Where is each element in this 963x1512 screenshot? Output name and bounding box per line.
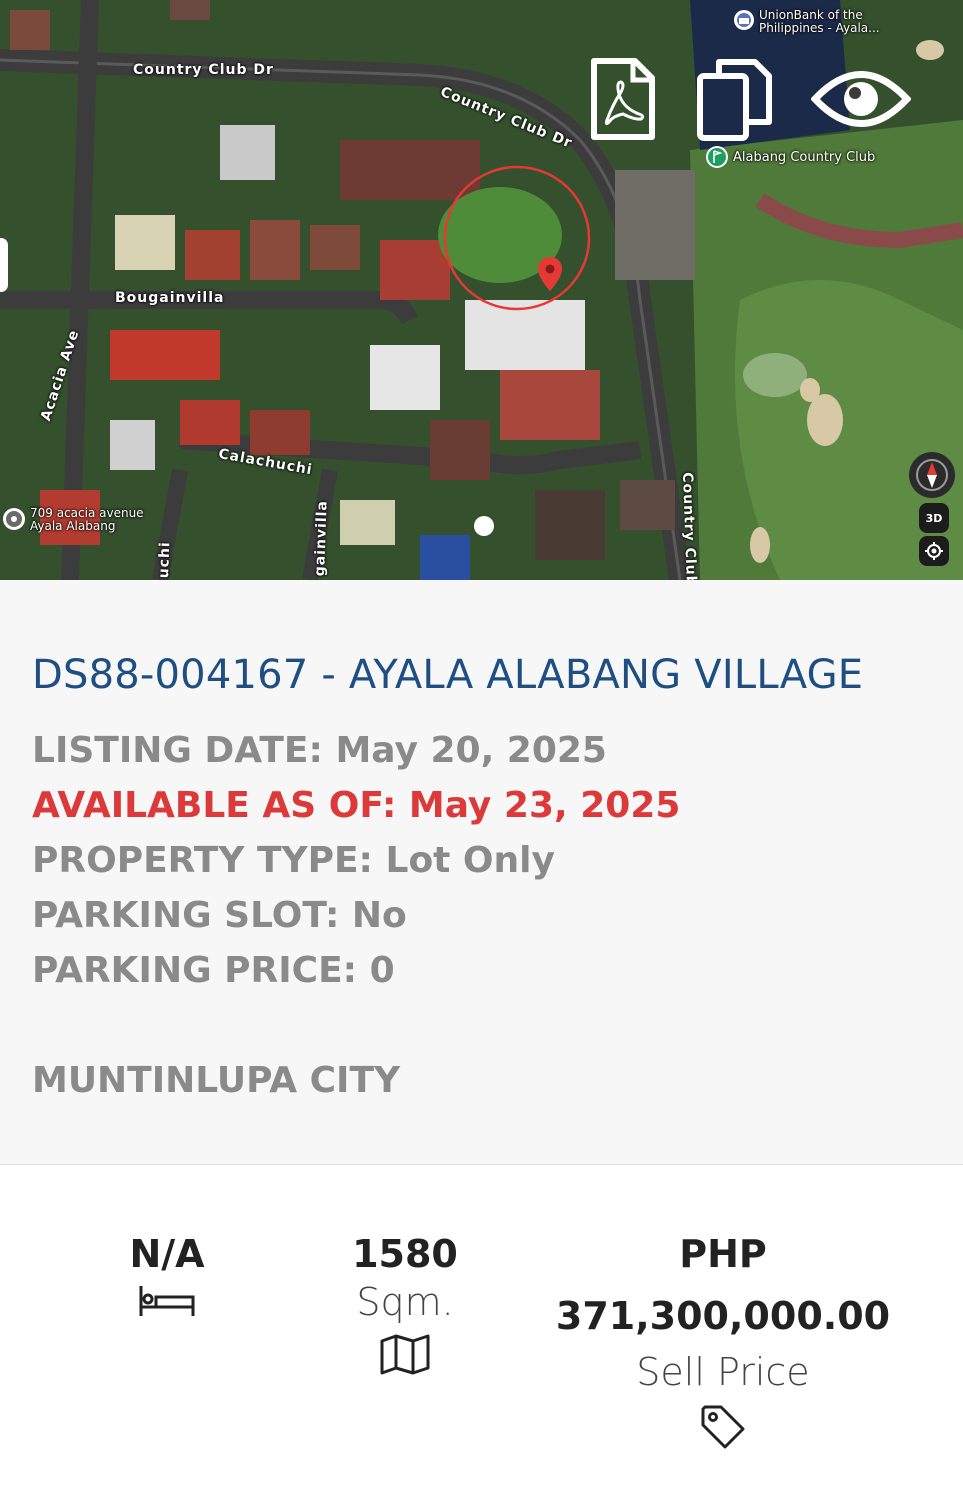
- locate-button[interactable]: [919, 536, 949, 566]
- pdf-button[interactable]: [589, 56, 657, 142]
- listing-stats: N/A 1580 Sqm. PHP 371,300,000.00 Sell Pr…: [0, 1165, 963, 1512]
- eye-icon: [811, 71, 911, 127]
- view-button[interactable]: [811, 68, 911, 130]
- bedrooms-value: N/A: [129, 1232, 205, 1276]
- golf-icon: [706, 146, 728, 168]
- listing-date-row: LISTING DATE: May 20, 2025: [32, 730, 607, 771]
- parking-price-label: PARKING PRICE:: [32, 950, 358, 991]
- copy-button[interactable]: [695, 56, 773, 142]
- bank-icon: [734, 10, 754, 30]
- compass-button[interactable]: [909, 452, 955, 498]
- bed-icon: [139, 1286, 195, 1316]
- property-type-row: PROPERTY TYPE: Lot Only: [32, 840, 555, 881]
- bedrooms-stat: N/A: [97, 1231, 237, 1319]
- area-unit: Sqm.: [356, 1280, 454, 1324]
- price-value: 371,300,000.00: [555, 1294, 891, 1338]
- area-stat: 1580 Sqm.: [325, 1231, 485, 1375]
- satellite-map[interactable]: Country Club Dr Country Club Dr Bougainv…: [0, 0, 963, 580]
- map-icon: [380, 1334, 430, 1375]
- locate-icon: [925, 542, 943, 560]
- copy-icon: [697, 59, 772, 141]
- parking-price-value: 0: [369, 950, 395, 991]
- area-value: 1580: [352, 1232, 458, 1276]
- listing-title[interactable]: DS88-004167 - AYALA ALABANG VILLAGE: [32, 652, 863, 698]
- side-drawer-handle[interactable]: [0, 238, 8, 292]
- price-currency: PHP: [679, 1232, 767, 1276]
- listing-details: DS88-004167 - AYALA ALABANG VILLAGE LIST…: [0, 580, 963, 1165]
- parking-price-row: PARKING PRICE: 0: [32, 950, 395, 991]
- poi-club[interactable]: Alabang Country Club: [705, 145, 875, 169]
- street-label: uchi: [156, 540, 174, 579]
- price-label: Sell Price: [636, 1350, 810, 1394]
- available-value: May 23, 2025: [408, 785, 681, 826]
- available-row: AVAILABLE AS OF: May 23, 2025: [32, 785, 680, 826]
- street-label: Bougainvilla: [115, 290, 225, 306]
- listing-date-value: May 20, 2025: [335, 730, 607, 771]
- available-label: AVAILABLE AS OF:: [32, 785, 397, 826]
- tag-icon: [701, 1405, 745, 1449]
- compass-icon: [916, 459, 948, 491]
- pdf-icon: [591, 58, 655, 140]
- poi-bank[interactable]: UnionBank of the Philippines - Ayala...: [733, 9, 889, 35]
- parking-slot-row: PARKING SLOT: No: [32, 895, 407, 936]
- map-actions: [589, 56, 911, 142]
- property-type-label: PROPERTY TYPE:: [32, 840, 373, 881]
- map-pin-icon[interactable]: [537, 256, 563, 292]
- poi-location-label: 709 acacia avenue Ayala Alabang: [30, 506, 144, 533]
- view-3d-button[interactable]: 3D: [919, 503, 949, 533]
- redacted-area: [32, 1128, 592, 1165]
- poi-club-label: Alabang Country Club: [733, 149, 876, 165]
- poi-bank-label: UnionBank of the Philippines - Ayala...: [759, 8, 880, 35]
- listing-date-label: LISTING DATE:: [32, 730, 323, 771]
- property-type-value: Lot Only: [385, 840, 555, 881]
- city-label: MUNTINLUPA CITY: [32, 1060, 401, 1101]
- parking-slot-value: No: [351, 895, 407, 936]
- street-label: Country Club Dr: [133, 62, 274, 78]
- street-label: gainvilla: [312, 499, 331, 577]
- location-marker-icon: [3, 508, 25, 530]
- poi-location[interactable]: 709 acacia avenue Ayala Alabang: [2, 507, 160, 533]
- parking-slot-label: PARKING SLOT:: [32, 895, 340, 936]
- price-stat: PHP 371,300,000.00 Sell Price: [547, 1231, 899, 1451]
- carousel-indicator[interactable]: [474, 516, 494, 536]
